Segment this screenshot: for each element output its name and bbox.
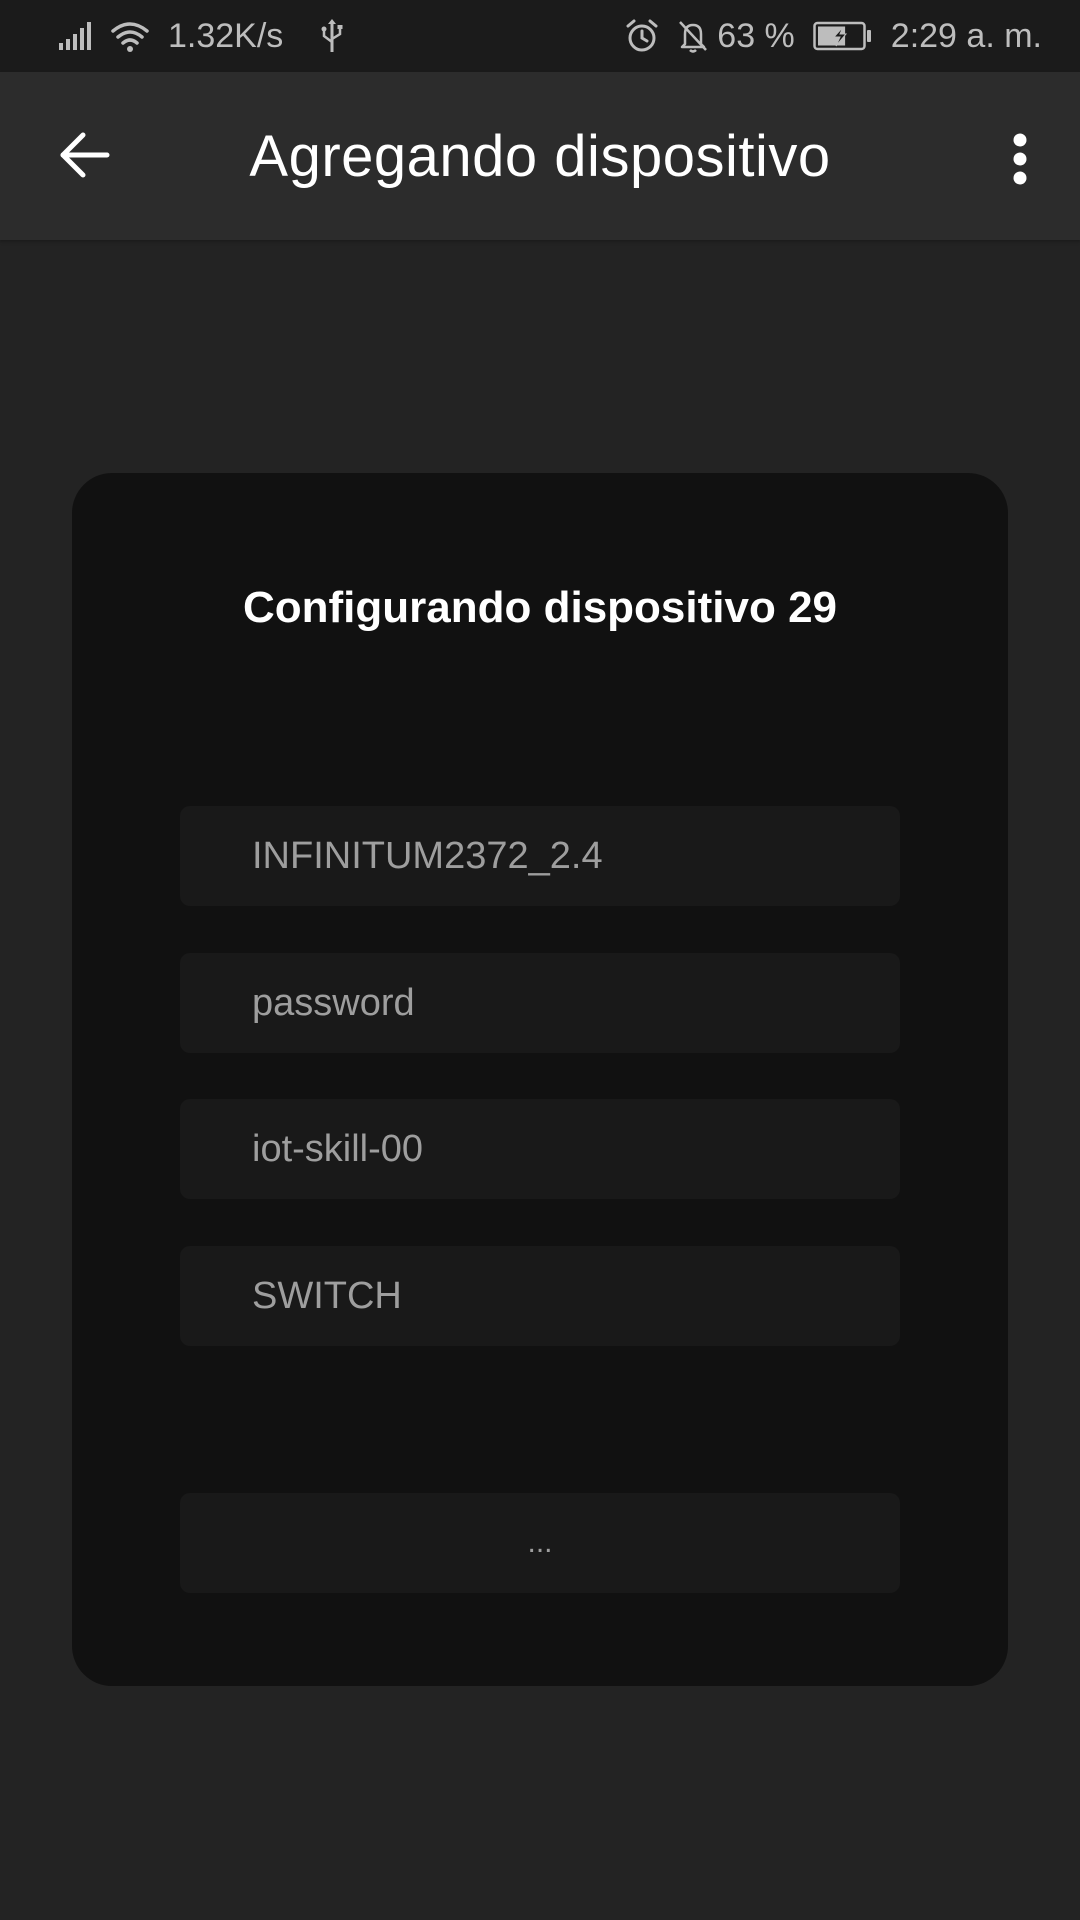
- battery-charging-icon: [813, 21, 873, 51]
- status-bar: 1.32K/s 63 % 2:29 a. m.: [0, 0, 1080, 72]
- device-type-field[interactable]: SWITCH: [180, 1246, 900, 1346]
- network-speed: 1.32K/s: [168, 16, 284, 55]
- skill-field[interactable]: iot-skill-00: [180, 1099, 900, 1199]
- more-vert-icon: [1012, 133, 1028, 190]
- app-bar: Agregando dispositivo: [0, 72, 1080, 240]
- submit-button[interactable]: ...: [180, 1493, 900, 1593]
- battery-percent: 63 %: [717, 16, 795, 55]
- device-config-card: Configurando dispositivo 29 INFINITUM237…: [72, 473, 1008, 1686]
- status-bar-left: 1.32K/s: [58, 0, 345, 72]
- signal-icon: [58, 21, 92, 51]
- status-bar-right: 63 % 2:29 a. m.: [625, 0, 1042, 72]
- password-field[interactable]: password: [180, 953, 900, 1053]
- wifi-icon: [110, 19, 150, 53]
- notifications-off-icon: [677, 19, 709, 53]
- alarm-icon: [625, 19, 659, 53]
- card-title: Configurando dispositivo 29: [242, 583, 838, 632]
- overflow-menu-button[interactable]: [990, 126, 1050, 196]
- page-title: Agregando dispositivo: [249, 123, 831, 189]
- clock: 2:29 a. m.: [890, 16, 1042, 55]
- usb-icon: [319, 18, 345, 54]
- ssid-field[interactable]: INFINITUM2372_2.4: [180, 806, 900, 906]
